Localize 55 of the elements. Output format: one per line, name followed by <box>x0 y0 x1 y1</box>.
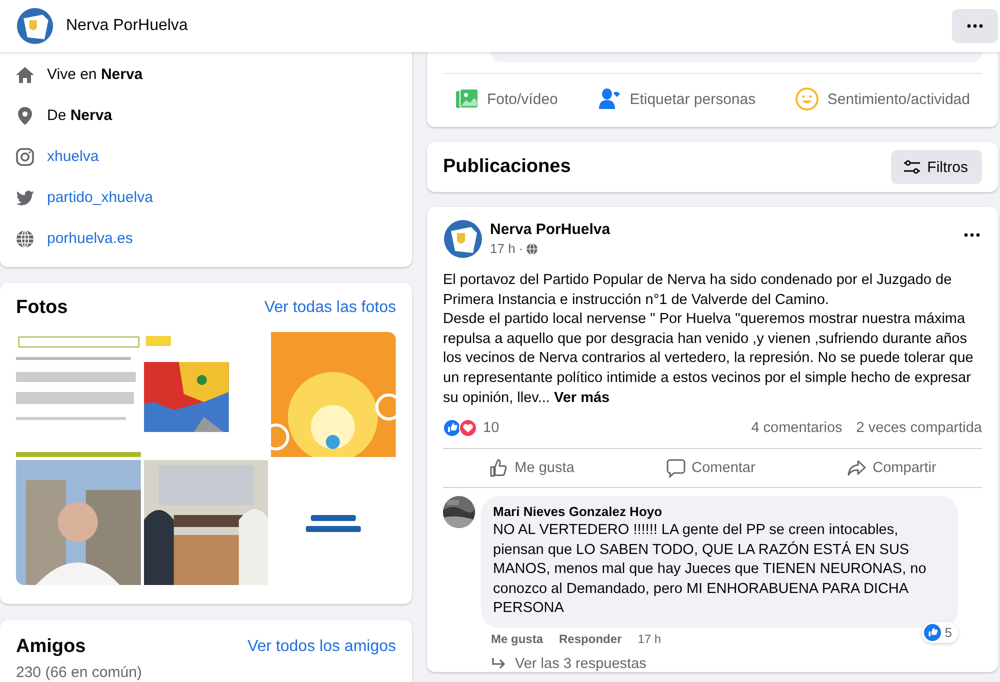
more-icon[interactable] <box>964 233 980 237</box>
see-all-friends-link[interactable]: Ver todos los amigos <box>247 638 396 656</box>
view-replies-link[interactable]: Ver las 3 respuestas <box>481 646 958 672</box>
reaction-count[interactable]: 10 <box>483 420 500 436</box>
share-arrow-icon <box>846 458 867 478</box>
globe-icon <box>526 242 538 254</box>
filter-button[interactable]: Filtros <box>891 150 982 184</box>
reply-arrow-icon <box>491 656 507 671</box>
tag-action-button[interactable]: Etiquetar personas <box>586 81 768 117</box>
intro-text: De Nerva <box>47 107 112 124</box>
photo-action-button[interactable]: Foto/vídeo <box>443 81 570 117</box>
like-button[interactable]: Me gusta <box>472 451 590 486</box>
see-all-photos-link[interactable]: Ver todas las fotos <box>264 299 396 317</box>
sliders-icon <box>903 159 922 175</box>
page-avatar-icon[interactable] <box>16 7 54 45</box>
share-button[interactable]: Compartir <box>830 451 952 486</box>
globe-icon <box>15 228 35 248</box>
friends-title: Amigos <box>16 636 86 658</box>
friends-count: 230 (66 en común) <box>16 664 143 681</box>
post-author[interactable]: Nerva PorHuelva <box>490 221 964 238</box>
person-tag-icon <box>598 87 622 111</box>
heart-reaction-icon <box>459 419 477 438</box>
comment-text: NO AL VERTEDERO !!!!!! LA gente del PP se creen intocables, piensan que LO SABEN TODO, QUE LA RAZÓN ESTÁ EN SUS MANOS, menos mal que hay Jueces que TIENEN NEURONAS, no conozco al Demandado, pero MI ENHORABUENA PARA DICHA PERSONA <box>493 521 928 618</box>
comment-time: 17 h <box>638 632 662 646</box>
smiley-icon <box>795 87 820 111</box>
photos-title: Fotos <box>16 297 68 319</box>
comment-like-link[interactable]: Me gusta <box>491 632 544 646</box>
speech-bubble-icon <box>666 458 686 478</box>
post-time[interactable]: 17 h · <box>490 241 524 256</box>
comment-count[interactable]: 4 comentarios <box>751 420 842 436</box>
photo-icon <box>455 87 479 111</box>
like-reaction-icon <box>924 624 941 641</box>
more-icon <box>967 24 983 28</box>
comment-author[interactable]: Mari Nieves Gonzalez Hoyo <box>493 504 946 520</box>
share-count[interactable]: 2 veces compartida <box>856 420 982 436</box>
comment-reply-link[interactable]: Responder <box>559 632 622 646</box>
composer-field[interactable] <box>491 52 982 62</box>
post-text: El portavoz del Partido Popular de Nerva ha sido condenado por el Juzgado de Primera Instancia e instrucción n°1 de Valverde del Camino. Desde el partido local nervense " Por Huelva "queremos mostrar nuestra máxima repulsa a aquello que por desgracia han venido ,y vienen ,sufriendo durante años los vecinos de Nerva contrarios al vertedero, la represión. No se puede tolerar que un representante político intimide a estos vecinos por el simple hecho de expresar su opinión, llev... Ver más <box>443 271 974 408</box>
page-avatar-icon[interactable] <box>443 219 483 259</box>
home-icon <box>15 64 35 84</box>
page-name[interactable]: Nerva PorHuelva <box>66 17 952 35</box>
twitter-icon <box>15 188 35 208</box>
comment-reaction-badge[interactable]: 5 <box>922 622 958 643</box>
location-pin-icon <box>15 106 35 126</box>
comment-button[interactable]: Comentar <box>650 451 772 486</box>
posts-title: Publicaciones <box>443 156 571 178</box>
feeling-action-button[interactable]: Sentimiento/actividad <box>783 81 982 117</box>
like-reaction-icon <box>443 419 461 438</box>
profile-link[interactable]: porhuelva.es <box>47 230 133 247</box>
intro-text: Vive en Nerva <box>47 66 143 83</box>
see-more-link[interactable]: Ver más <box>554 390 610 406</box>
thumbs-up-icon <box>488 458 509 478</box>
profile-link[interactable]: xhuelva <box>47 148 99 165</box>
profile-link[interactable]: partido_xhuelva <box>47 189 153 206</box>
instagram-icon <box>15 146 35 166</box>
